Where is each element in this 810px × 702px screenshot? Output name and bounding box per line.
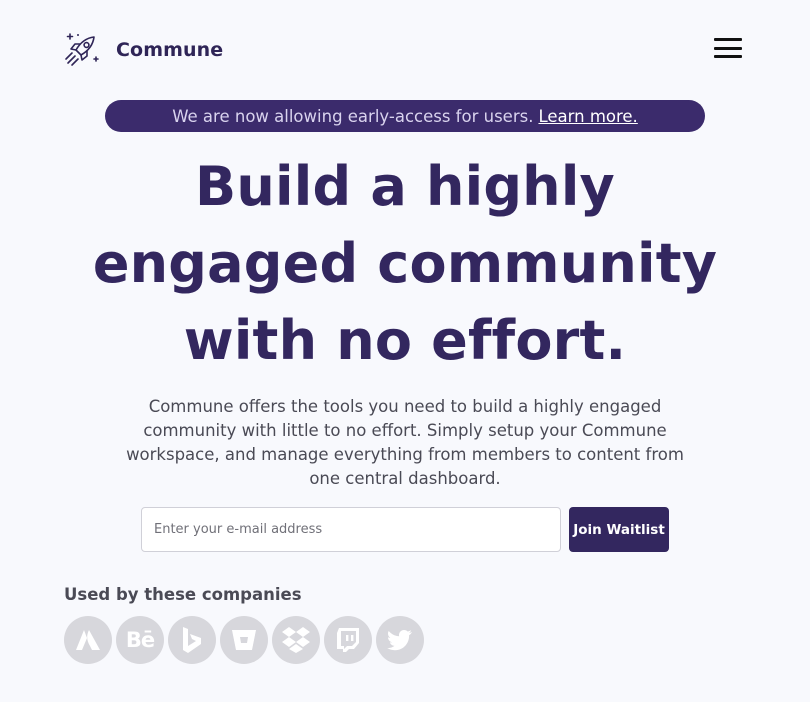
atlassian-icon xyxy=(64,616,112,664)
twitch-icon xyxy=(324,616,372,664)
headline-line: engaged community xyxy=(92,232,718,295)
menu-bar xyxy=(714,55,742,58)
join-waitlist-button[interactable]: Join Waitlist xyxy=(569,507,669,552)
dropbox-icon xyxy=(272,616,320,664)
twitter-icon xyxy=(376,616,424,664)
companies-title: Used by these companies xyxy=(64,585,302,604)
behance-icon: Bē xyxy=(116,616,164,664)
headline-line: with no effort. xyxy=(183,309,627,372)
headline-line: Build a highly xyxy=(195,155,615,218)
brand[interactable]: Commune xyxy=(64,31,223,69)
company-logos: Bē xyxy=(64,616,424,664)
landing-page: Commune We are now allowing early-access… xyxy=(0,0,810,702)
menu-bar xyxy=(714,46,742,50)
banner-text: We are now allowing early-access for use… xyxy=(172,106,534,126)
email-input[interactable] xyxy=(141,507,561,552)
site-header: Commune xyxy=(64,30,742,70)
bitbucket-icon xyxy=(220,616,268,664)
bing-icon xyxy=(168,616,216,664)
hero-description: Commune offers the tools you need to bui… xyxy=(126,397,684,488)
behance-text: Bē xyxy=(125,628,155,652)
hero-headline: Build a highly engaged community with no… xyxy=(0,148,810,379)
rocket-icon xyxy=(65,33,99,66)
hamburger-menu-icon[interactable] xyxy=(714,38,742,58)
learn-more-link[interactable]: Learn more. xyxy=(538,107,637,126)
early-access-banner: We are now allowing early-access for use… xyxy=(105,100,705,132)
brand-name: Commune xyxy=(116,39,224,61)
menu-bar xyxy=(714,38,742,41)
